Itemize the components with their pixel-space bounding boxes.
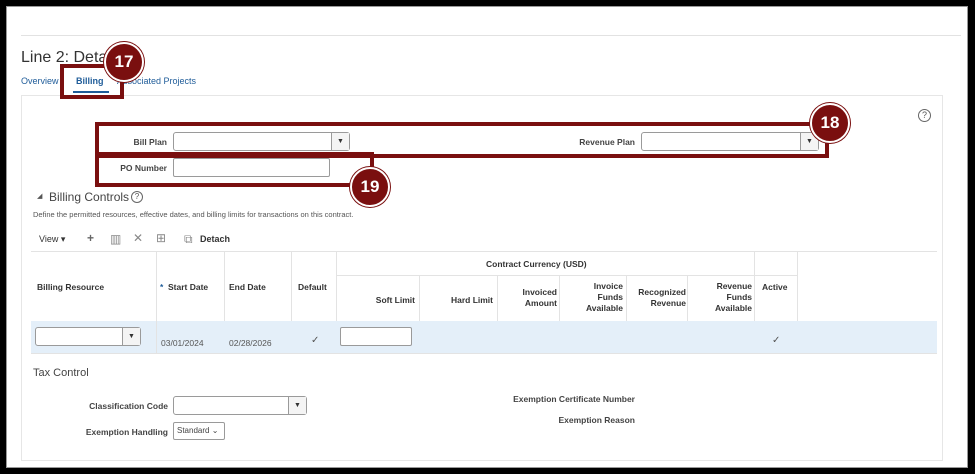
help-icon[interactable]: ? (131, 191, 143, 203)
column-header-billing-resource[interactable]: Billing Resource (37, 282, 104, 292)
chevron-down-icon: ⌄ (211, 426, 219, 435)
table-row[interactable] (31, 321, 937, 353)
end-date-cell[interactable]: 02/28/2026 (229, 338, 272, 348)
detach-button[interactable]: Detach (200, 234, 230, 244)
column-header-start-date[interactable]: Start Date (168, 282, 208, 292)
view-menu-label: View (39, 234, 59, 244)
delete-icon[interactable]: ▥ (110, 232, 121, 246)
exemption-handling-label: Exemption Handling (85, 427, 168, 437)
column-header-invoice-funds-available[interactable]: Invoice Funds Available (579, 281, 623, 314)
tab-overview[interactable]: Overview (21, 76, 59, 86)
collapse-triangle-icon[interactable]: ◢ (37, 192, 42, 200)
required-marker: * (160, 282, 164, 292)
dropdown-arrow-icon[interactable]: ▼ (288, 397, 306, 414)
column-header-revenue-funds-available[interactable]: Revenue Funds Available (704, 281, 752, 314)
app-window: Line 2: Details Overview Billing Associa… (6, 6, 968, 468)
billing-controls-table: Billing Resource * Start Date End Date D… (31, 251, 937, 361)
classification-code-select[interactable]: ▼ (173, 396, 307, 415)
column-header-active[interactable]: Active (762, 282, 788, 292)
column-header-hard-limit[interactable]: Hard Limit (423, 295, 493, 305)
tax-control-title: Tax Control (33, 367, 89, 379)
classification-code-label: Classification Code (89, 401, 168, 411)
callout-badge-18: 18 (810, 103, 850, 143)
column-header-invoiced-amount[interactable]: Invoiced Amount (507, 287, 557, 309)
checkmark-icon: ✓ (772, 335, 781, 346)
start-date-cell[interactable]: 03/01/2024 (161, 338, 204, 348)
callout-badge-17: 17 (104, 42, 144, 82)
billing-resource-select[interactable]: ▼ (35, 327, 141, 346)
callout-box-19 (95, 152, 374, 187)
add-icon[interactable]: + (87, 231, 94, 245)
top-divider (21, 35, 961, 36)
cancel-icon[interactable]: ✕ (133, 231, 143, 245)
exemption-handling-value: Standard (177, 426, 210, 435)
help-icon[interactable]: ? (918, 109, 931, 122)
column-group-contract-currency: Contract Currency (USD) (486, 259, 587, 269)
dropdown-arrow-icon[interactable]: ▼ (122, 328, 140, 345)
column-header-soft-limit[interactable]: Soft Limit (341, 295, 415, 305)
exemption-handling-select[interactable]: Standard ⌄ (173, 422, 225, 440)
freeze-icon[interactable]: ⊞ (156, 231, 166, 245)
detach-icon[interactable]: ⧉ (184, 232, 193, 247)
column-header-recognized-revenue[interactable]: Recognized Revenue (628, 287, 686, 309)
exemption-reason-label: Exemption Reason (558, 415, 635, 425)
view-menu[interactable]: View ▾ (39, 234, 65, 245)
soft-limit-input[interactable] (340, 327, 412, 346)
callout-badge-19: 19 (350, 167, 390, 207)
billing-controls-title: Billing Controls (49, 190, 130, 204)
column-header-end-date[interactable]: End Date (229, 282, 266, 292)
billing-controls-description: Define the permitted resources, effectiv… (33, 210, 354, 219)
checkmark-icon: ✓ (311, 335, 320, 346)
exemption-certificate-label: Exemption Certificate Number (513, 394, 635, 404)
column-header-default[interactable]: Default (298, 282, 327, 292)
